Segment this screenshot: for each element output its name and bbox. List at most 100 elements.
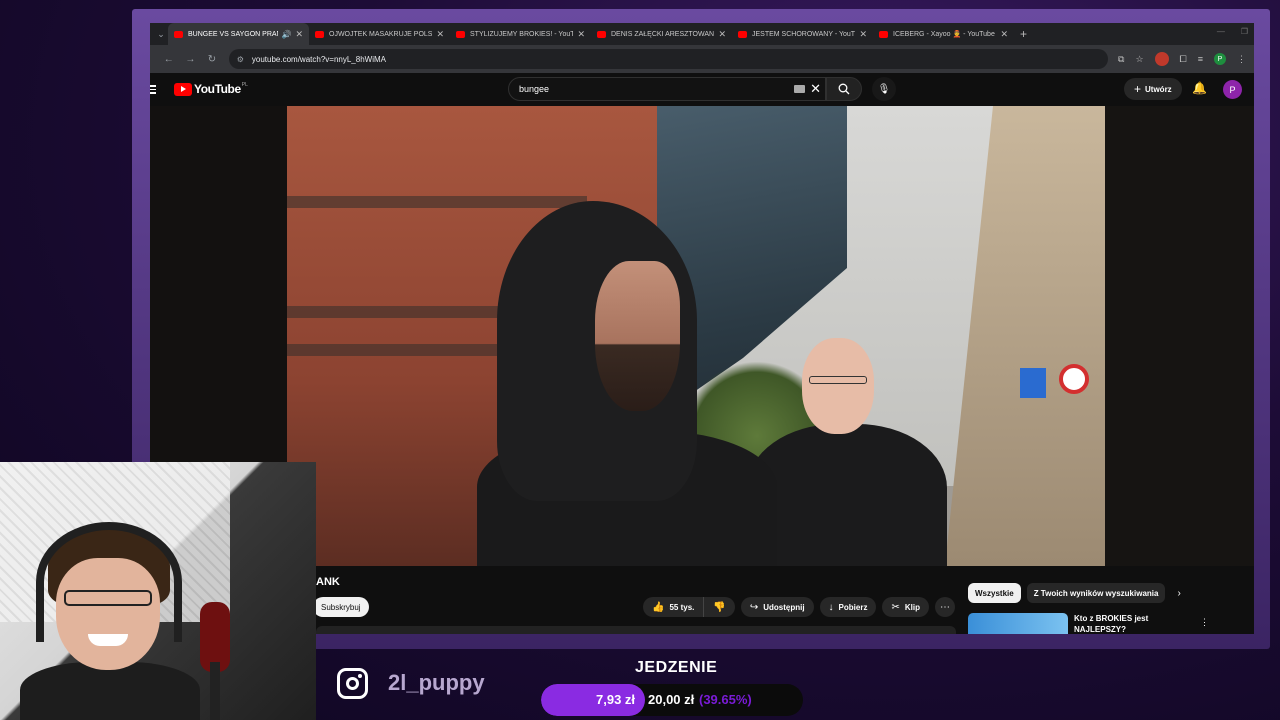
menu-list-icon[interactable]: ≡ bbox=[1198, 54, 1203, 64]
close-tab-icon[interactable]: ✕ bbox=[859, 29, 867, 40]
tab-search-icon[interactable]: ⌄ bbox=[154, 29, 168, 40]
address-bar[interactable]: ⚙ youtube.com/watch?v=nnyL_8hWiMA bbox=[228, 49, 1108, 69]
clip-button[interactable]: ✂ Klip bbox=[882, 597, 929, 617]
download-button[interactable]: ↓ Pobierz bbox=[819, 597, 877, 617]
close-tab-icon[interactable]: ✕ bbox=[436, 29, 444, 40]
like-count: 55 tys. bbox=[669, 602, 695, 612]
keyboard-icon[interactable] bbox=[794, 85, 805, 93]
close-tab-icon[interactable]: ✕ bbox=[295, 29, 303, 40]
tenement-building bbox=[945, 106, 1105, 566]
new-tab-button[interactable]: + bbox=[1020, 27, 1027, 41]
smile bbox=[88, 634, 128, 646]
chevron-right-icon[interactable]: › bbox=[1177, 588, 1180, 599]
headset bbox=[36, 522, 182, 642]
search-icon bbox=[838, 83, 850, 95]
minimize-icon[interactable]: — bbox=[1217, 27, 1225, 36]
share-button[interactable]: ↪ Udostępnij bbox=[740, 597, 814, 617]
tab-strip: ⌄ BUNGEE VS SAYGON PRAN 🔊 ✕ OJWOJTEK MAS… bbox=[150, 23, 1254, 45]
tab-4[interactable]: DENIS ZAŁĘCKI ARESZTOWANY ✕ bbox=[591, 23, 732, 45]
toolbar-actions: ⧉ ☆ ⧠ ≡ P ⋮ bbox=[1118, 52, 1246, 66]
person-hooded bbox=[477, 201, 777, 566]
video-player[interactable] bbox=[287, 106, 1105, 566]
profile-icon[interactable]: P bbox=[1213, 53, 1226, 65]
forward-icon[interactable]: → bbox=[180, 54, 202, 65]
youtube-logo[interactable]: YouTube PL bbox=[174, 82, 248, 96]
webcam-overlay bbox=[0, 462, 316, 720]
tab-6[interactable]: ICEBERG - Xayoo 👲 - YouTube ✕ bbox=[873, 23, 1014, 45]
hamburger-menu-icon[interactable] bbox=[150, 85, 156, 94]
back-icon[interactable]: ← bbox=[158, 54, 180, 65]
bookmark-star-icon[interactable]: ☆ bbox=[1135, 54, 1143, 65]
video-title: ANK bbox=[316, 576, 340, 588]
subscribe-button[interactable]: Subskrybuj bbox=[313, 597, 369, 617]
notifications-bell-icon[interactable]: 🔔 bbox=[1192, 81, 1207, 95]
search-input[interactable]: bungee ✕ bbox=[508, 77, 826, 101]
like-dislike-group: 👍 55 tys. 👎 bbox=[643, 597, 735, 617]
tab-2[interactable]: OJWOJTEK MASAKRUJE POLSK ✕ bbox=[309, 23, 450, 45]
recommendation-thumbnail[interactable] bbox=[968, 613, 1068, 634]
video-actions: 👍 55 tys. 👎 ↪ Udostępnij ↓ Pobierz ✂ Kli… bbox=[643, 597, 955, 617]
restore-icon[interactable]: ❐ bbox=[1241, 27, 1248, 36]
recommendation-title[interactable]: Kto z BROKIES jest NAJLEPSZY? bbox=[1074, 613, 1184, 634]
road-sign-round bbox=[1059, 364, 1089, 394]
recommendation-menu-icon[interactable]: ⋮ bbox=[1200, 617, 1209, 628]
tab-title: ICEBERG - Xayoo 👲 - YouTube bbox=[893, 31, 995, 38]
search-value: bungee bbox=[519, 84, 550, 94]
youtube-play-icon bbox=[174, 82, 192, 96]
microphone-icon: 🎙 bbox=[877, 83, 891, 95]
kebab-menu-icon[interactable]: ⋮ bbox=[1237, 54, 1246, 65]
url-text: youtube.com/watch?v=nnyL_8hWiMA bbox=[251, 54, 386, 64]
create-label: Utwórz bbox=[1145, 84, 1172, 94]
reload-icon[interactable]: ↻ bbox=[201, 54, 223, 65]
more-actions-icon[interactable]: ⋯ bbox=[934, 597, 955, 617]
extension-icon[interactable] bbox=[1154, 52, 1169, 66]
close-tab-icon[interactable]: ✕ bbox=[577, 29, 585, 40]
glasses bbox=[64, 590, 152, 606]
clip-label: Klip bbox=[904, 602, 920, 612]
thumbs-up-icon: 👍 bbox=[652, 601, 665, 613]
logo-text: YouTube bbox=[194, 82, 241, 96]
like-button[interactable]: 👍 55 tys. bbox=[643, 597, 705, 617]
share-arrow-icon: ↪ bbox=[749, 601, 759, 613]
avatar[interactable]: P bbox=[1223, 80, 1242, 99]
person-bald bbox=[747, 338, 947, 566]
tab-3[interactable]: STYLIZUJEMY BROKIES! - YouTu ✕ bbox=[450, 23, 591, 45]
tab-title: STYLIZUJEMY BROKIES! - YouTu bbox=[470, 30, 574, 38]
dislike-button[interactable]: 👎 bbox=[704, 597, 735, 617]
tab-title: OJWOJTEK MASAKRUJE POLSK bbox=[329, 30, 433, 38]
chip-from-search[interactable]: Z Twoich wyników wyszukiwania bbox=[1026, 583, 1166, 603]
extensions-puzzle-icon[interactable]: ⧠ bbox=[1180, 54, 1187, 65]
face bbox=[595, 261, 680, 411]
chip-all[interactable]: Wszystkie bbox=[968, 583, 1021, 603]
speaker-icon[interactable]: 🔊 bbox=[281, 30, 291, 39]
youtube-favicon-icon bbox=[738, 30, 747, 38]
install-icon[interactable]: ⧉ bbox=[1118, 54, 1124, 65]
region-code: PL bbox=[241, 82, 248, 88]
close-tab-icon[interactable]: ✕ bbox=[718, 29, 726, 40]
glasses bbox=[809, 376, 867, 384]
clear-search-icon[interactable]: ✕ bbox=[810, 81, 821, 97]
create-button[interactable]: + Utwórz bbox=[1124, 78, 1182, 100]
scissors-icon: ✂ bbox=[891, 601, 900, 613]
thumbs-down-icon: 👎 bbox=[713, 601, 726, 613]
window-controls: — ❐ bbox=[1217, 27, 1248, 36]
description-box[interactable] bbox=[316, 626, 956, 634]
youtube-favicon-icon bbox=[174, 30, 183, 38]
recommendation-item[interactable]: Kto z BROKIES jest NAJLEPSZY? bbox=[968, 613, 1184, 634]
site-info-icon[interactable]: ⚙ bbox=[237, 55, 244, 64]
search-button[interactable] bbox=[826, 77, 862, 101]
close-tab-icon[interactable]: ✕ bbox=[1000, 29, 1008, 40]
voice-search-button[interactable]: 🎙 bbox=[872, 77, 896, 101]
hoodie bbox=[747, 424, 947, 566]
youtube-favicon-icon bbox=[879, 30, 888, 38]
youtube-favicon-icon bbox=[315, 30, 324, 38]
tab-5[interactable]: JESTEM SCHOROWANY - YouTu ✕ bbox=[732, 23, 873, 45]
tab-title: BUNGEE VS SAYGON PRAN bbox=[188, 30, 279, 38]
head bbox=[802, 338, 874, 434]
goal-title: JEDZENIE bbox=[635, 659, 718, 676]
instagram-handle: 2l_puppy bbox=[388, 670, 485, 695]
instagram-icon bbox=[337, 668, 368, 699]
download-label: Pobierz bbox=[838, 602, 868, 612]
youtube-favicon-icon bbox=[597, 30, 606, 38]
tab-1[interactable]: BUNGEE VS SAYGON PRAN 🔊 ✕ bbox=[168, 23, 309, 45]
